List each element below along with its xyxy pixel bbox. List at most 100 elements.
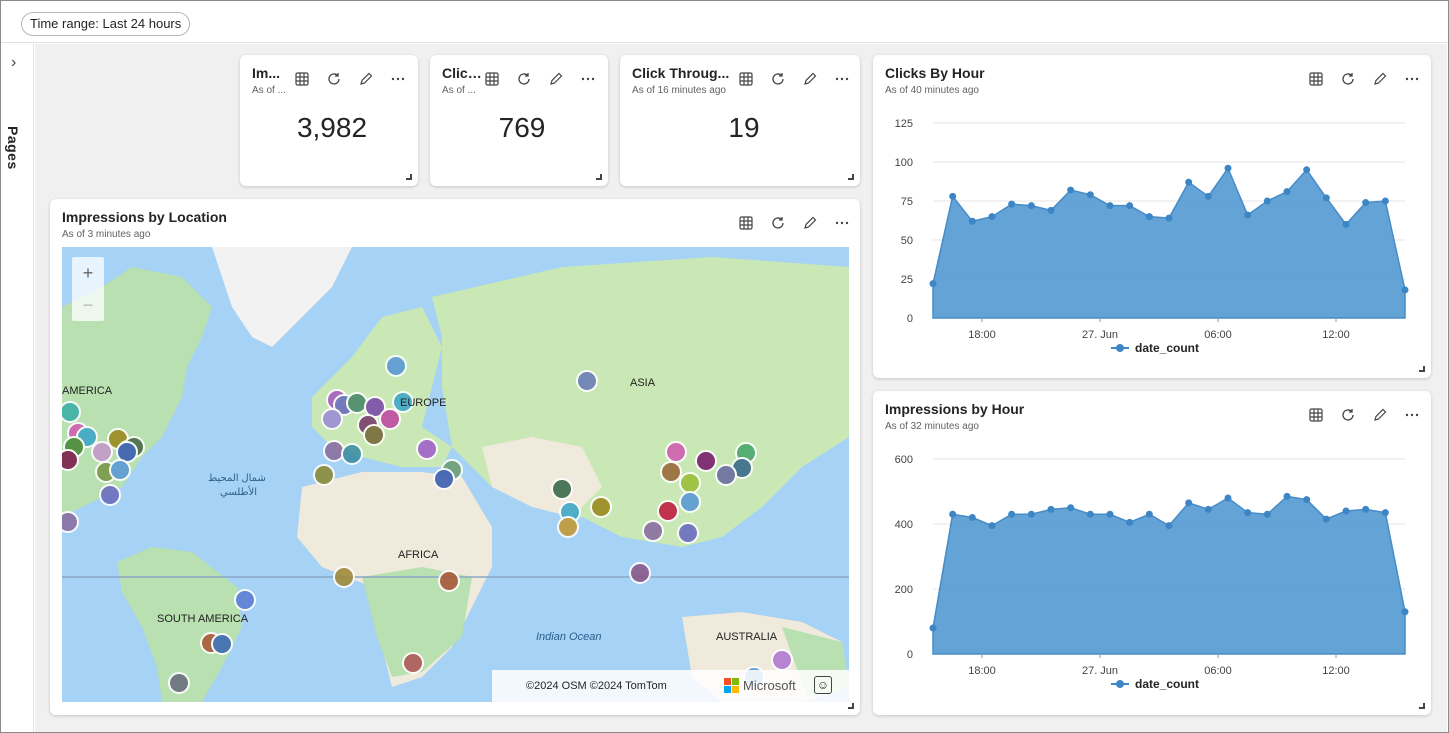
feedback-smiley-icon[interactable]: ☺ bbox=[814, 676, 832, 694]
data-point[interactable] bbox=[949, 510, 957, 518]
data-point[interactable] bbox=[1106, 202, 1114, 210]
refresh-icon[interactable] bbox=[762, 211, 794, 235]
chart-legend[interactable]: date_count bbox=[1111, 677, 1199, 691]
edit-icon[interactable] bbox=[794, 67, 826, 91]
data-point[interactable] bbox=[988, 522, 996, 530]
data-point[interactable] bbox=[1342, 220, 1350, 228]
data-point[interactable] bbox=[1185, 178, 1193, 186]
data-point[interactable] bbox=[1401, 608, 1409, 616]
refresh-icon[interactable] bbox=[762, 67, 794, 91]
chart-legend[interactable]: date_count bbox=[1111, 341, 1199, 355]
world-map[interactable]: AMERICA EUROPE ASIA AFRICA SOUTH AMERICA… bbox=[62, 247, 849, 702]
data-point[interactable] bbox=[1027, 202, 1035, 210]
map-zoom-control: + − bbox=[72, 257, 104, 321]
data-point[interactable] bbox=[1126, 518, 1134, 526]
data-point[interactable] bbox=[1283, 492, 1291, 500]
data-point[interactable] bbox=[1322, 194, 1330, 202]
data-point[interactable] bbox=[1362, 199, 1370, 207]
data-point[interactable] bbox=[1224, 164, 1232, 172]
resize-handle-icon[interactable] bbox=[1419, 366, 1425, 372]
data-point[interactable] bbox=[1401, 286, 1409, 294]
area-series-date_count[interactable] bbox=[932, 495, 1406, 655]
data-point[interactable] bbox=[1185, 499, 1193, 507]
table-view-icon[interactable] bbox=[730, 67, 762, 91]
data-point[interactable] bbox=[949, 192, 957, 200]
resize-handle-icon[interactable] bbox=[596, 174, 602, 180]
chevron-right-icon[interactable]: › bbox=[11, 54, 16, 72]
data-point[interactable] bbox=[1086, 510, 1094, 518]
data-point[interactable] bbox=[1244, 211, 1252, 219]
more-options-icon[interactable] bbox=[826, 211, 858, 235]
data-point[interactable] bbox=[1263, 197, 1271, 205]
data-point[interactable] bbox=[1283, 188, 1291, 196]
map-subtitle: As of 3 minutes ago bbox=[62, 229, 151, 240]
edit-icon[interactable] bbox=[350, 67, 382, 91]
refresh-icon[interactable] bbox=[318, 67, 350, 91]
data-point[interactable] bbox=[1362, 505, 1370, 513]
area-series-date_count[interactable] bbox=[932, 166, 1406, 319]
refresh-icon[interactable] bbox=[1332, 67, 1364, 91]
edit-icon[interactable] bbox=[794, 211, 826, 235]
data-point[interactable] bbox=[1381, 509, 1389, 517]
table-view-icon[interactable] bbox=[730, 211, 762, 235]
refresh-icon[interactable] bbox=[508, 67, 540, 91]
more-options-icon[interactable] bbox=[826, 67, 858, 91]
more-options-icon[interactable] bbox=[382, 67, 414, 91]
time-range-filter[interactable]: Time range: Last 24 hours bbox=[21, 12, 191, 36]
data-point[interactable] bbox=[988, 213, 996, 221]
more-options-icon[interactable] bbox=[1396, 67, 1428, 91]
data-point[interactable] bbox=[1047, 505, 1055, 513]
data-point[interactable] bbox=[968, 514, 976, 521]
data-point[interactable] bbox=[1263, 510, 1271, 518]
data-point[interactable] bbox=[1047, 206, 1055, 214]
clicks-by-hour-card: Clicks By Hour As of 40 minutes ago 0 25 5… bbox=[873, 55, 1431, 378]
data-point[interactable] bbox=[1322, 515, 1330, 523]
table-view-icon[interactable] bbox=[286, 67, 318, 91]
data-point[interactable] bbox=[1303, 496, 1311, 504]
data-point[interactable] bbox=[1145, 213, 1153, 221]
more-options-icon[interactable] bbox=[572, 67, 604, 91]
data-point[interactable] bbox=[1126, 202, 1134, 210]
data-point[interactable] bbox=[1204, 192, 1212, 200]
zoom-out-button[interactable]: − bbox=[72, 289, 104, 321]
refresh-icon[interactable] bbox=[1332, 403, 1364, 427]
impressions-value: 3,982 bbox=[296, 112, 368, 143]
table-view-icon[interactable] bbox=[476, 67, 508, 91]
data-point[interactable] bbox=[929, 624, 937, 632]
impressions-map-card: Impressions by Location As of 3 minutes … bbox=[50, 199, 860, 715]
edit-icon[interactable] bbox=[540, 67, 572, 91]
resize-handle-icon[interactable] bbox=[1419, 703, 1425, 709]
data-point[interactable] bbox=[1008, 200, 1016, 208]
edit-icon[interactable] bbox=[1364, 403, 1396, 427]
resize-handle-icon[interactable] bbox=[406, 174, 412, 180]
table-view-icon[interactable] bbox=[1300, 67, 1332, 91]
data-point[interactable] bbox=[1067, 504, 1075, 512]
data-point[interactable] bbox=[1224, 494, 1232, 502]
data-point[interactable] bbox=[1106, 510, 1114, 518]
y-tick-label: 100 bbox=[895, 157, 913, 169]
data-point[interactable] bbox=[1165, 522, 1173, 530]
data-point[interactable] bbox=[1381, 197, 1389, 205]
y-tick-label: 25 bbox=[901, 274, 913, 286]
resize-handle-icon[interactable] bbox=[848, 703, 854, 709]
more-options-icon[interactable] bbox=[1396, 403, 1428, 427]
data-point[interactable] bbox=[1067, 186, 1075, 194]
data-point[interactable] bbox=[929, 280, 937, 288]
data-point[interactable] bbox=[1244, 509, 1252, 517]
data-point[interactable] bbox=[1008, 510, 1016, 518]
edit-icon[interactable] bbox=[1364, 67, 1396, 91]
data-point[interactable] bbox=[1027, 510, 1035, 518]
chart-subtitle: As of 32 minutes ago bbox=[885, 421, 979, 432]
table-view-icon[interactable] bbox=[1300, 403, 1332, 427]
data-point[interactable] bbox=[1342, 507, 1350, 515]
data-point[interactable] bbox=[1086, 191, 1094, 199]
zoom-in-button[interactable]: + bbox=[72, 257, 104, 289]
data-point[interactable] bbox=[1204, 505, 1212, 513]
resize-handle-icon[interactable] bbox=[848, 174, 854, 180]
pages-panel[interactable]: › Pages bbox=[1, 44, 34, 732]
data-point[interactable] bbox=[968, 217, 976, 225]
data-point[interactable] bbox=[1165, 214, 1173, 222]
data-point[interactable] bbox=[1303, 166, 1311, 174]
data-point[interactable] bbox=[1145, 510, 1153, 518]
dashboard-canvas: Im... As of ... 3,982 Clicks As of ... 7… bbox=[35, 44, 1447, 732]
